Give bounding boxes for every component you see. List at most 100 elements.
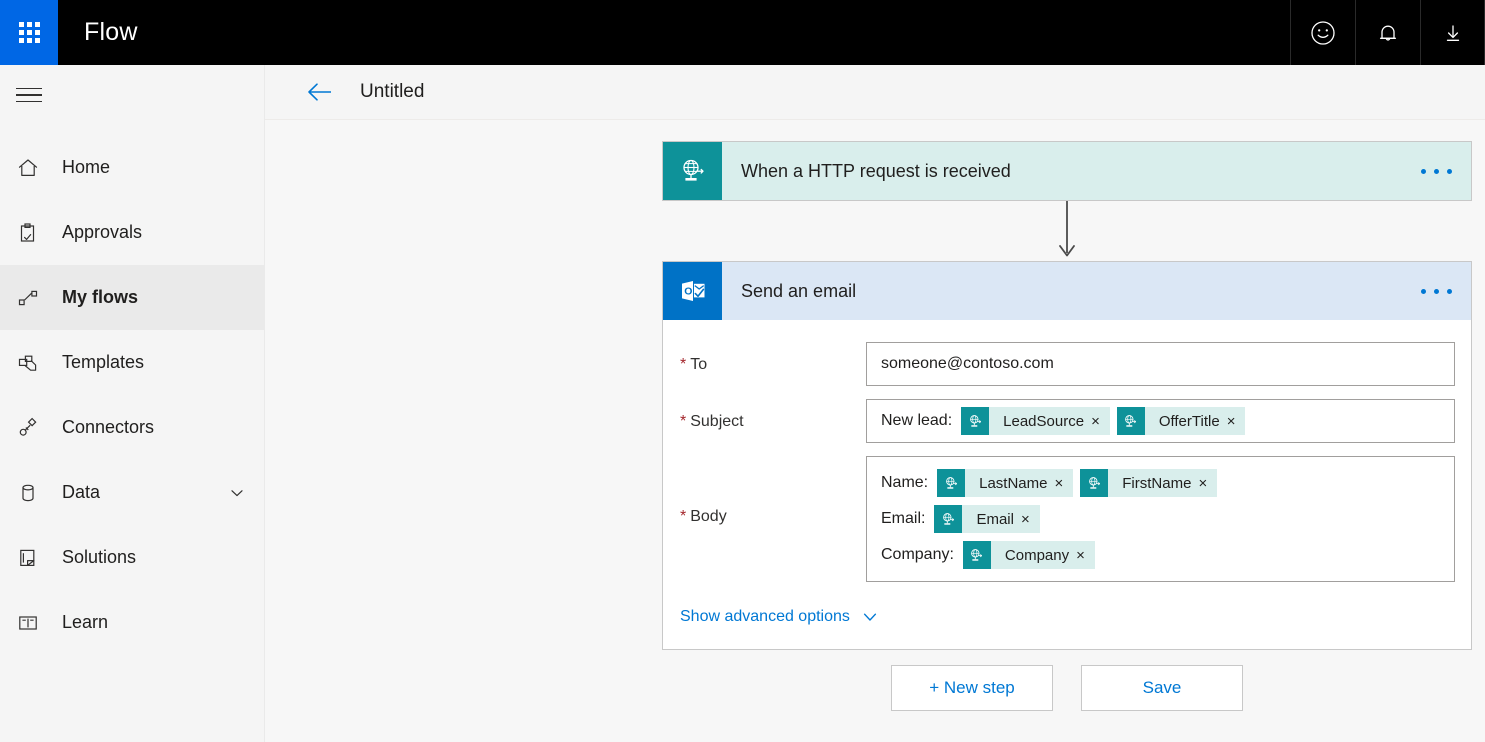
flow-icon	[16, 286, 48, 310]
save-button[interactable]: Save	[1081, 665, 1243, 711]
dynamic-token[interactable]: FirstName ×	[1080, 469, 1217, 497]
sidebar-item-data[interactable]: Data	[0, 460, 264, 525]
nav-list: Home Approvals	[0, 135, 264, 655]
svg-text:O: O	[684, 285, 692, 297]
sidebar-item-my-flows[interactable]: My flows	[0, 265, 264, 330]
sidebar-item-label: Home	[62, 157, 246, 178]
feedback-button[interactable]	[1290, 0, 1355, 65]
flow-node-column: When a HTTP request is received	[662, 141, 1472, 650]
sidebar-item-templates[interactable]: Templates	[0, 330, 264, 395]
token-remove-icon[interactable]: ×	[1055, 476, 1074, 491]
required-asterisk: *	[680, 508, 686, 526]
sidebar-item-learn[interactable]: Learn	[0, 590, 264, 655]
chevron-down-icon	[860, 607, 880, 627]
line-prefix: Email:	[881, 510, 925, 528]
dynamic-content-icon	[961, 407, 989, 435]
token-remove-icon[interactable]: ×	[1198, 476, 1217, 491]
new-step-button[interactable]: + New step	[891, 665, 1053, 711]
arrow-left-icon	[305, 80, 335, 104]
token-label: Email	[962, 511, 1021, 528]
dynamic-content-icon	[1080, 469, 1108, 497]
token-line: Email:	[881, 502, 1047, 536]
body-input[interactable]: Name:	[866, 456, 1455, 582]
sidebar-item-solutions[interactable]: Solutions	[0, 525, 264, 590]
token-remove-icon[interactable]: ×	[1227, 414, 1246, 429]
line-prefix: Name:	[881, 474, 928, 492]
token-line: Company:	[881, 538, 1102, 572]
dynamic-token[interactable]: OfferTitle ×	[1117, 407, 1246, 435]
action-card-header[interactable]: O Send an email	[663, 262, 1471, 320]
field-label-subject: * Subject	[680, 399, 866, 431]
outlook-icon: O	[663, 262, 722, 320]
app-brand-title: Flow	[58, 0, 138, 65]
trigger-more-menu[interactable]	[1401, 142, 1471, 200]
sidebar-item-connectors[interactable]: Connectors	[0, 395, 264, 460]
sidebar-item-label: Approvals	[62, 222, 246, 243]
left-navigation: Home Approvals	[0, 65, 265, 742]
action-card: O Send an email *	[662, 261, 1472, 650]
book-icon	[16, 611, 48, 635]
token-remove-icon[interactable]: ×	[1021, 512, 1040, 527]
token-line: Name:	[881, 466, 1224, 500]
dynamic-token[interactable]: Email ×	[934, 505, 1039, 533]
action-more-menu[interactable]	[1401, 262, 1471, 320]
download-button[interactable]	[1420, 0, 1485, 65]
page-title: Untitled	[360, 81, 424, 103]
solutions-icon	[16, 546, 48, 570]
required-asterisk: *	[680, 356, 686, 374]
token-label: LastName	[965, 475, 1054, 492]
sidebar-item-label: Templates	[62, 352, 246, 373]
flow-connector	[662, 201, 1472, 261]
chevron-down-icon[interactable]	[228, 484, 246, 502]
flow-canvas: When a HTTP request is received	[265, 120, 1485, 742]
to-input[interactable]: someone@contoso.com	[866, 342, 1455, 386]
subject-input[interactable]: New lead:	[866, 399, 1455, 443]
token-label: OfferTitle	[1145, 413, 1227, 430]
token-label: LeadSource	[989, 413, 1091, 430]
action-form: * To someone@contoso.com * Subject	[663, 320, 1471, 649]
dynamic-token[interactable]: Company ×	[963, 541, 1095, 569]
dynamic-content-icon	[937, 469, 965, 497]
trigger-card[interactable]: When a HTTP request is received	[662, 141, 1472, 201]
label-text: To	[690, 356, 707, 374]
advanced-label: Show advanced options	[680, 608, 850, 626]
clipboard-check-icon	[16, 221, 48, 245]
notifications-button[interactable]	[1355, 0, 1420, 65]
database-icon	[16, 481, 48, 505]
field-control-body: Name:	[866, 456, 1455, 582]
ellipsis-dot	[1447, 289, 1452, 294]
show-advanced-options-link[interactable]: Show advanced options	[663, 595, 1471, 649]
hamburger-icon	[16, 88, 42, 103]
field-control-subject: New lead:	[866, 399, 1455, 443]
field-row-to: * To someone@contoso.com	[663, 342, 1471, 386]
sidebar-item-label: Data	[62, 482, 228, 503]
sidebar-item-approvals[interactable]: Approvals	[0, 200, 264, 265]
field-label-body: * Body	[680, 456, 866, 526]
sidebar-item-home[interactable]: Home	[0, 135, 264, 200]
line-prefix: Company:	[881, 546, 954, 564]
dynamic-token[interactable]: LastName ×	[937, 469, 1073, 497]
label-text: Body	[690, 508, 726, 526]
ellipsis-dot	[1434, 289, 1439, 294]
templates-icon	[16, 351, 48, 375]
back-button[interactable]	[305, 80, 335, 104]
trigger-title: When a HTTP request is received	[722, 142, 1401, 200]
token-remove-icon[interactable]: ×	[1091, 414, 1110, 429]
download-icon	[1439, 19, 1467, 47]
field-row-body: * Body Name:	[663, 456, 1471, 582]
token-line: New lead:	[881, 404, 1252, 438]
waffle-icon	[19, 22, 40, 43]
topbar-actions	[1290, 0, 1485, 65]
dynamic-token[interactable]: LeadSource ×	[961, 407, 1110, 435]
app-launcher-button[interactable]	[0, 0, 58, 65]
sidebar-item-label: My flows	[62, 287, 246, 308]
token-label: Company	[991, 547, 1076, 564]
token-remove-icon[interactable]: ×	[1076, 548, 1095, 563]
ellipsis-dot	[1421, 289, 1426, 294]
sidebar-item-label: Connectors	[62, 417, 246, 438]
field-label-to: * To	[680, 342, 866, 374]
menu-toggle-button[interactable]	[0, 65, 264, 125]
notifications-icon	[1374, 19, 1402, 47]
label-text: Subject	[690, 413, 743, 431]
flow-designer-page: Flow	[0, 0, 1485, 742]
